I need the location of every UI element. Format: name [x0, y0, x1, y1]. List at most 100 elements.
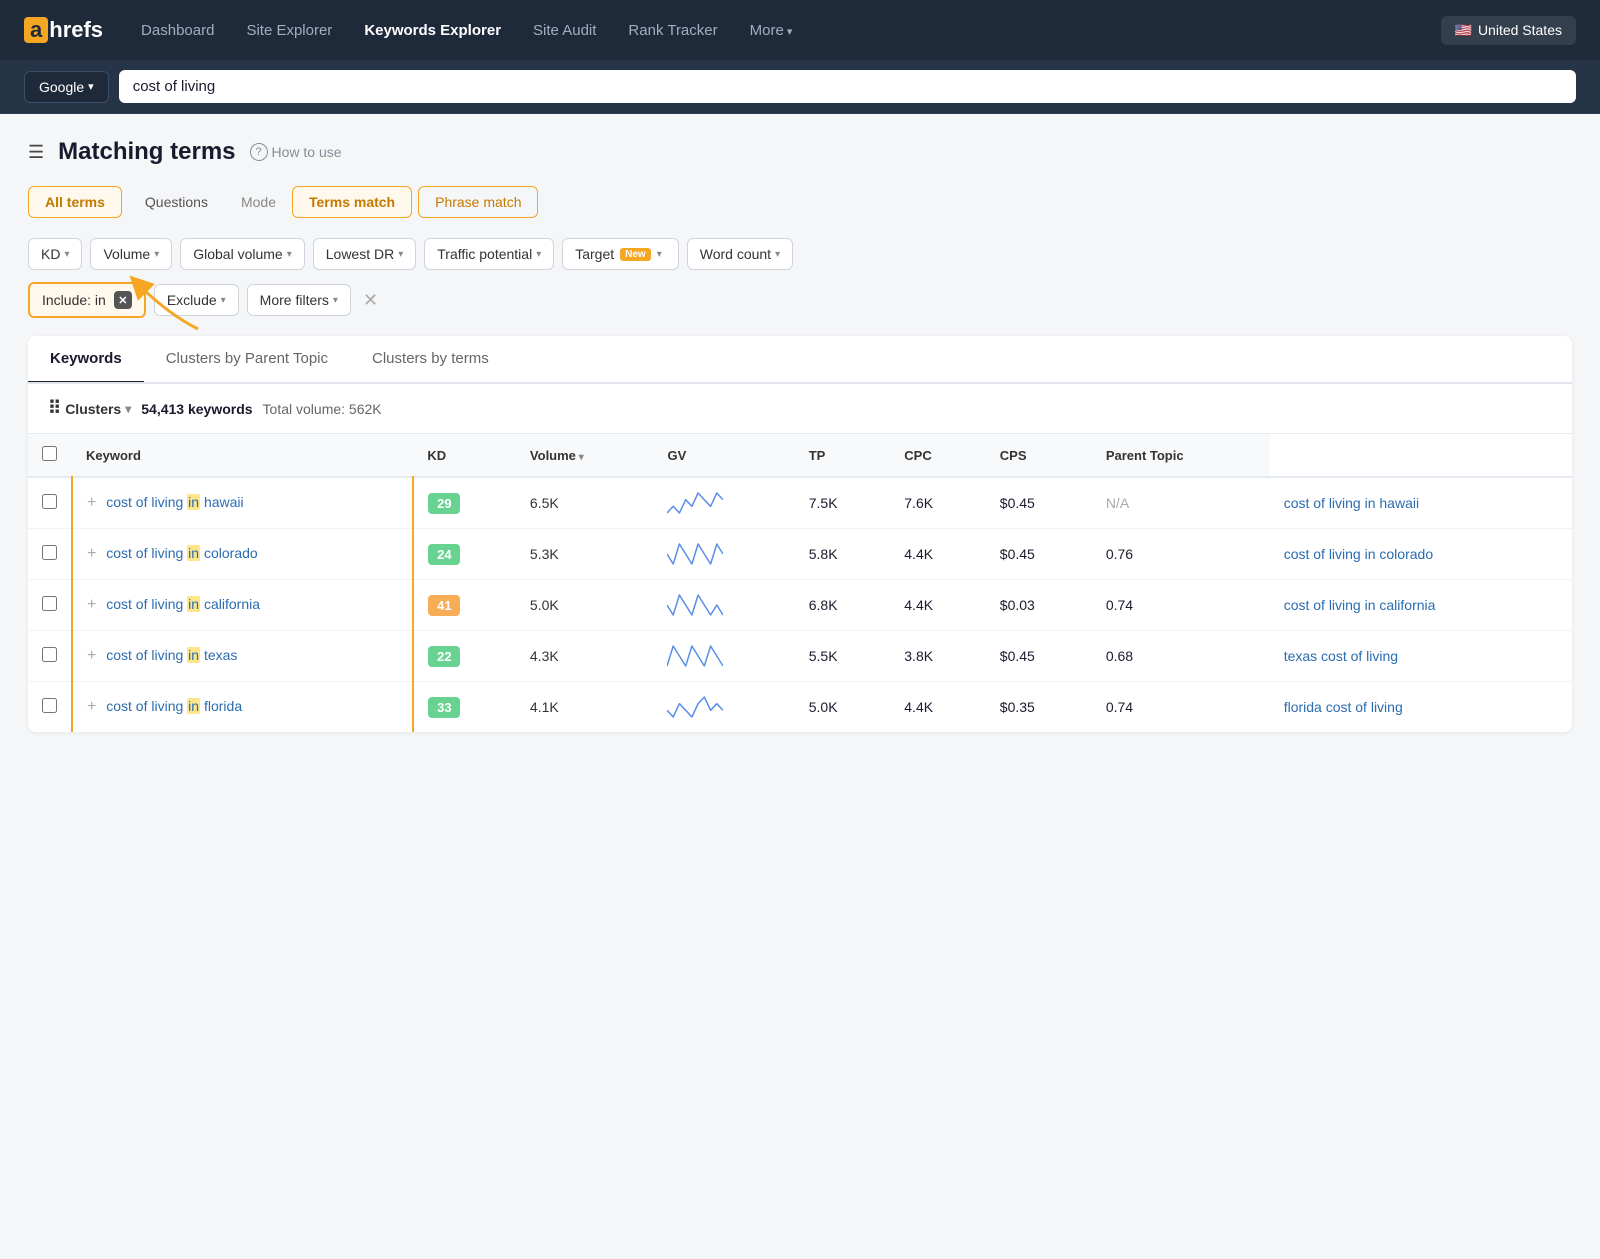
table-row: + cost of living in florida 33 4.1K 5.0K… — [28, 682, 1572, 733]
nav-rank-tracker[interactable]: Rank Tracker — [614, 14, 731, 47]
nav-site-explorer[interactable]: Site Explorer — [232, 14, 346, 47]
cps-cell: 0.68 — [1092, 631, 1270, 682]
add-keyword-btn[interactable]: + — [87, 698, 96, 715]
parent-topic-cell: cost of living in california — [1270, 580, 1572, 631]
clusters-btn[interactable]: ⠿ Clusters ▾ — [48, 398, 131, 419]
cpc-cell: $0.45 — [986, 477, 1092, 529]
keyword-link[interactable]: cost of living in hawaii — [106, 494, 243, 510]
filter-lowest-dr[interactable]: Lowest DR — [313, 238, 417, 270]
nav-site-audit[interactable]: Site Audit — [519, 14, 610, 47]
data-view-section: Keywords Clusters by Parent Topic Cluste… — [28, 336, 1572, 732]
th-cpc: CPC — [890, 434, 986, 477]
table-row: + cost of living in hawaii 29 6.5K 7.5K … — [28, 477, 1572, 529]
parent-topic-link[interactable]: florida cost of living — [1284, 699, 1403, 715]
exclude-filter[interactable]: Exclude — [154, 284, 239, 316]
keyword-cell: + cost of living in colorado — [72, 529, 413, 580]
country-selector[interactable]: 🇺🇸 United States — [1441, 16, 1577, 45]
how-to-use-link[interactable]: ? How to use — [250, 143, 342, 161]
kd-badge: 24 — [428, 544, 460, 565]
keyword-link[interactable]: cost of living in florida — [106, 698, 242, 714]
data-tab-clusters-parent[interactable]: Clusters by Parent Topic — [144, 336, 350, 384]
country-label: United States — [1478, 22, 1562, 38]
th-keyword: Keyword — [72, 434, 413, 477]
flag-icon: 🇺🇸 — [1455, 22, 1472, 39]
filter-kd[interactable]: KD — [28, 238, 82, 270]
tab-terms-match[interactable]: Terms match — [292, 186, 412, 218]
logo[interactable]: a hrefs — [24, 17, 103, 43]
include-filter-remove[interactable]: ✕ — [114, 291, 132, 309]
include-filter-label: Include: in — [42, 292, 106, 308]
keyword-link[interactable]: cost of living in texas — [106, 647, 237, 663]
keyword-link[interactable]: cost of living in colorado — [106, 545, 257, 561]
row-checkbox[interactable] — [42, 596, 57, 611]
tp-cell: 4.4K — [890, 580, 986, 631]
data-tab-clusters-terms[interactable]: Clusters by terms — [350, 336, 511, 384]
table-row: + cost of living in texas 22 4.3K 5.5K 3… — [28, 631, 1572, 682]
cpc-cell: $0.45 — [986, 529, 1092, 580]
new-badge: New — [620, 248, 651, 261]
data-tabs: Keywords Clusters by Parent Topic Cluste… — [28, 336, 1572, 384]
page-title: Matching terms — [58, 138, 235, 166]
top-nav: a hrefs Dashboard Site Explorer Keywords… — [0, 0, 1600, 60]
tab-all-terms[interactable]: All terms — [28, 186, 122, 218]
trend-cell — [653, 631, 794, 682]
nav-keywords-explorer[interactable]: Keywords Explorer — [350, 14, 515, 47]
help-icon: ? — [250, 143, 268, 161]
filter-traffic-potential[interactable]: Traffic potential — [424, 238, 554, 270]
th-gv: GV — [653, 434, 794, 477]
parent-topic-cell: texas cost of living — [1270, 631, 1572, 682]
more-filters[interactable]: More filters — [247, 284, 351, 316]
data-tab-keywords[interactable]: Keywords — [28, 336, 144, 384]
gv-cell: 6.8K — [795, 580, 891, 631]
row-checkbox[interactable] — [42, 647, 57, 662]
filter-volume[interactable]: Volume — [90, 238, 172, 270]
filter-global-volume[interactable]: Global volume — [180, 238, 305, 270]
th-parent-topic: Parent Topic — [1092, 434, 1270, 477]
trend-cell — [653, 580, 794, 631]
filter-target[interactable]: Target New ▾ — [562, 238, 679, 270]
logo-a-letter: a — [24, 17, 48, 43]
keyword-link[interactable]: cost of living in california — [106, 596, 260, 612]
nav-more[interactable]: More — [736, 14, 807, 47]
add-keyword-btn[interactable]: + — [87, 647, 96, 664]
th-kd: KD — [413, 434, 516, 477]
tab-phrase-match[interactable]: Phrase match — [418, 186, 538, 218]
add-keyword-btn[interactable]: + — [87, 494, 96, 511]
parent-topic-link[interactable]: cost of living in colorado — [1284, 546, 1433, 562]
search-input[interactable]: cost of living — [119, 70, 1576, 103]
clear-all-filters[interactable]: ✕ — [363, 290, 378, 311]
row-checkbox[interactable] — [42, 698, 57, 713]
kd-badge: 22 — [428, 646, 460, 667]
tab-questions[interactable]: Questions — [128, 186, 225, 218]
select-all-checkbox[interactable] — [42, 446, 57, 461]
kd-cell: 22 — [413, 631, 516, 682]
row-checkbox[interactable] — [42, 494, 57, 509]
add-keyword-btn[interactable]: + — [87, 545, 96, 562]
add-keyword-btn[interactable]: + — [87, 596, 96, 613]
tp-cell: 7.6K — [890, 477, 986, 529]
engine-selector[interactable]: Google — [24, 71, 109, 103]
hamburger-icon[interactable]: ☰ — [28, 142, 44, 163]
volume-cell: 6.5K — [516, 477, 654, 529]
keyword-cell: + cost of living in texas — [72, 631, 413, 682]
th-volume[interactable]: Volume — [516, 434, 654, 477]
kd-cell: 41 — [413, 580, 516, 631]
mode-label: Mode — [231, 187, 286, 217]
include-filter-pill[interactable]: Include: in ✕ — [28, 282, 146, 318]
nav-right: 🇺🇸 United States — [1441, 16, 1577, 45]
keywords-table: Keyword KD Volume GV TP CPC CPS Parent T… — [28, 434, 1572, 732]
parent-topic-link[interactable]: cost of living in hawaii — [1284, 495, 1419, 511]
keyword-highlight: in — [187, 698, 200, 714]
trend-cell — [653, 682, 794, 733]
row-checkbox[interactable] — [42, 545, 57, 560]
clusters-icon: ⠿ — [48, 398, 61, 419]
row-checkbox-cell — [28, 631, 72, 682]
main-content: ☰ Matching terms ? How to use All terms … — [0, 114, 1600, 756]
nav-dashboard[interactable]: Dashboard — [127, 14, 228, 47]
keyword-cell: + cost of living in california — [72, 580, 413, 631]
row-checkbox-cell — [28, 477, 72, 529]
filter-word-count[interactable]: Word count — [687, 238, 793, 270]
parent-topic-link[interactable]: cost of living in california — [1284, 597, 1436, 613]
trend-cell — [653, 477, 794, 529]
parent-topic-link[interactable]: texas cost of living — [1284, 648, 1398, 664]
